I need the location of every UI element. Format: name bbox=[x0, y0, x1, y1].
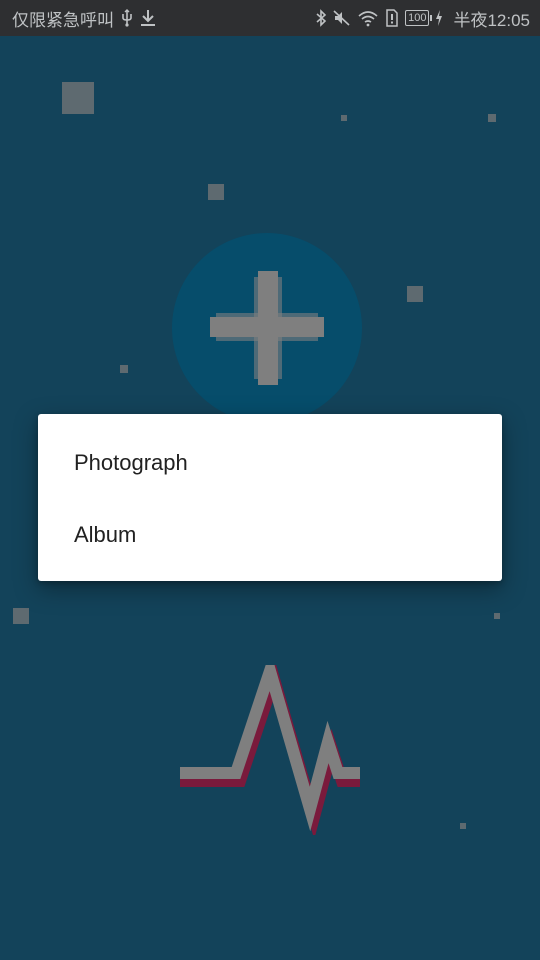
album-option[interactable]: Album bbox=[38, 499, 502, 571]
decor-square bbox=[208, 184, 224, 200]
album-option-label: Album bbox=[74, 522, 137, 547]
usb-icon bbox=[120, 8, 134, 28]
decor-square bbox=[407, 286, 423, 302]
status-bar-left: 仅限紧急呼叫 bbox=[12, 6, 156, 31]
charging-icon bbox=[435, 8, 443, 28]
download-icon bbox=[140, 8, 156, 28]
photograph-option-label: Photograph bbox=[74, 450, 188, 475]
battery-indicator: 100 bbox=[405, 10, 433, 26]
heartbeat-logo bbox=[176, 650, 366, 840]
status-bar-right: 100 半夜12:05 bbox=[315, 6, 530, 31]
decor-square bbox=[62, 82, 94, 114]
battery-level: 100 bbox=[408, 12, 427, 24]
clock: 半夜12:05 bbox=[453, 10, 530, 30]
plus-icon bbox=[210, 271, 324, 385]
photograph-option[interactable]: Photograph bbox=[38, 427, 502, 499]
add-button[interactable] bbox=[172, 233, 362, 423]
mute-icon bbox=[333, 8, 351, 28]
bluetooth-icon bbox=[315, 8, 327, 28]
decor-square bbox=[120, 365, 128, 373]
wifi-icon bbox=[357, 8, 379, 28]
decor-square bbox=[494, 613, 500, 619]
status-bar: 仅限紧急呼叫 100 半夜12:05 bbox=[0, 0, 540, 36]
sim-alert-icon bbox=[385, 8, 399, 28]
decor-square bbox=[460, 823, 466, 829]
image-source-dialog: Photograph Album bbox=[38, 414, 502, 581]
screen: 仅限紧急呼叫 100 半夜12:05 Photograph Album bbox=[0, 0, 540, 960]
decor-square bbox=[341, 115, 347, 121]
decor-square bbox=[13, 608, 29, 624]
carrier-text: 仅限紧急呼叫 bbox=[12, 10, 114, 30]
heartbeat-icon bbox=[180, 650, 360, 840]
decor-square bbox=[488, 114, 496, 122]
